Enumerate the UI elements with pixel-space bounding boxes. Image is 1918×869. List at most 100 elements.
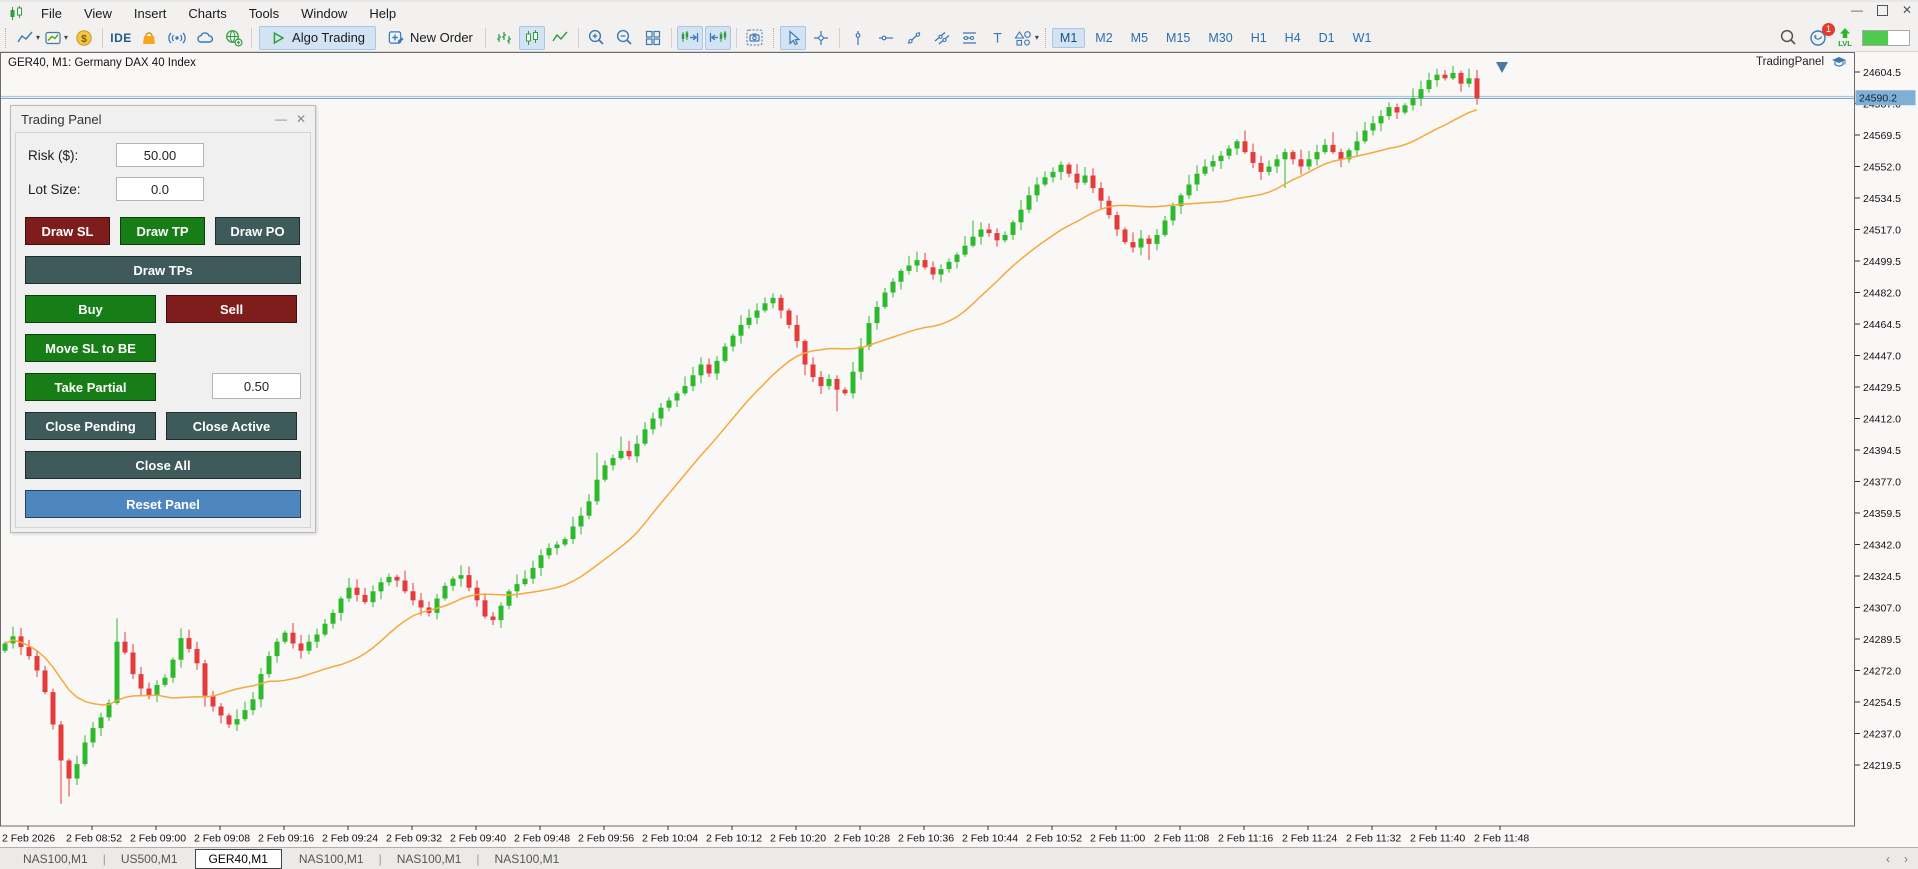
tab-scroll-left[interactable]: ‹ (1886, 852, 1890, 866)
tab-ger40-active[interactable]: GER40,M1 (195, 849, 282, 869)
line-chart-mode-icon[interactable] (547, 26, 573, 50)
menu-help[interactable]: Help (358, 4, 407, 23)
tab-us500[interactable]: US500,M1 (108, 850, 191, 868)
tab-scroll-right[interactable]: › (1904, 852, 1908, 866)
timeframe-w1[interactable]: W1 (1345, 28, 1380, 48)
deposit-icon[interactable]: $ (71, 26, 97, 50)
timeframe-m15[interactable]: M15 (1158, 28, 1198, 48)
tab-separator: | (103, 852, 106, 866)
svg-text:24499.5: 24499.5 (1863, 256, 1901, 268)
panel-close-icon[interactable]: ✕ (296, 112, 306, 126)
ea-label[interactable]: TradingPanel (1756, 55, 1848, 69)
close-active-button[interactable]: Close Active (166, 412, 297, 440)
notifications-icon[interactable]: 1 (1808, 28, 1828, 48)
tab-nas100-2[interactable]: NAS100,M1 (286, 850, 377, 868)
toolbar-right-cluster: 1 LVL (1779, 28, 1918, 48)
close-pending-button[interactable]: Close Pending (25, 412, 156, 440)
vertical-line-tool-icon[interactable] (845, 26, 871, 50)
menu-file[interactable]: File (30, 4, 73, 23)
timeframe-d1[interactable]: D1 (1311, 28, 1343, 48)
timeframe-h1[interactable]: H1 (1243, 28, 1275, 48)
crosshair-tool-icon[interactable] (808, 26, 834, 50)
draw-tp-button[interactable]: Draw TP (120, 217, 205, 245)
draw-po-button[interactable]: Draw PO (215, 217, 300, 245)
menu-view[interactable]: View (73, 4, 123, 23)
take-partial-button[interactable]: Take Partial (25, 373, 156, 401)
svg-text:2 Feb 2026: 2 Feb 2026 (2, 833, 55, 845)
timeframe-m1[interactable]: M1 (1052, 28, 1085, 48)
svg-text:T: T (994, 29, 1003, 45)
zoom-in-icon[interactable] (584, 26, 610, 50)
svg-text:$: $ (81, 32, 87, 44)
trading-panel-titlebar[interactable]: Trading Panel — ✕ (11, 106, 315, 132)
risk-input[interactable] (116, 143, 204, 167)
candlestick-mode-icon[interactable] (519, 26, 545, 50)
tab-nas100-4[interactable]: NAS100,M1 (482, 850, 573, 868)
timeframe-m5[interactable]: M5 (1123, 28, 1156, 48)
svg-text:2 Feb 09:56: 2 Feb 09:56 (578, 833, 634, 845)
chevron-down-icon: ▾ (36, 33, 40, 42)
tile-windows-icon[interactable] (640, 26, 666, 50)
svg-text:2 Feb 10:44: 2 Feb 10:44 (962, 833, 1018, 845)
menu-charts[interactable]: Charts (177, 4, 237, 23)
profiles-dropdown[interactable]: ▾ (43, 26, 69, 50)
mt5-logo-icon (8, 5, 24, 21)
sell-button[interactable]: Sell (166, 295, 297, 323)
ide-button[interactable]: IDE (108, 26, 134, 50)
trendline-tool-icon[interactable] (901, 26, 927, 50)
tab-nas100-3[interactable]: NAS100,M1 (384, 850, 475, 868)
close-all-button[interactable]: Close All (25, 451, 301, 479)
minimize-button[interactable]: — (1851, 3, 1863, 17)
new-order-button[interactable]: New Order (379, 27, 481, 49)
signals-icon[interactable] (164, 26, 190, 50)
market-icon[interactable] (136, 26, 162, 50)
buy-button[interactable]: Buy (25, 295, 156, 323)
text-tool-icon[interactable]: T (985, 26, 1011, 50)
restore-button[interactable] (1877, 5, 1888, 16)
svg-text:24604.5: 24604.5 (1863, 67, 1901, 79)
svg-text:24412.0: 24412.0 (1863, 413, 1901, 425)
chart-type-dropdown[interactable]: ▾ (15, 26, 41, 50)
close-button[interactable]: ✕ (1902, 3, 1912, 17)
svg-text:2 Feb 09:32: 2 Feb 09:32 (386, 833, 442, 845)
timeframe-m2[interactable]: M2 (1087, 28, 1120, 48)
tab-scroll-arrows: ‹ › (1886, 852, 1908, 866)
toolbar-separator (102, 28, 103, 48)
level-icon[interactable]: LVL (1838, 28, 1852, 48)
draw-tps-button[interactable]: Draw TPs (25, 256, 301, 284)
zoom-out-icon[interactable] (612, 26, 638, 50)
chart-shift-icon[interactable] (677, 26, 703, 50)
menu-insert[interactable]: Insert (123, 4, 178, 23)
bar-chart-mode-icon[interactable] (491, 26, 517, 50)
cursor-tool-icon[interactable] (780, 26, 806, 50)
screenshot-icon[interactable] (742, 26, 768, 50)
auto-scroll-icon[interactable] (705, 26, 731, 50)
lot-size-input[interactable] (116, 177, 204, 201)
toolbar-grip (5, 28, 11, 48)
vps-cloud-icon[interactable] (192, 26, 218, 50)
svg-text:24272.0: 24272.0 (1863, 665, 1901, 677)
notification-badge: 1 (1822, 23, 1835, 36)
algo-trading-button[interactable]: Algo Trading (259, 26, 376, 50)
timeframe-h4[interactable]: H4 (1277, 28, 1309, 48)
horizontal-line-tool-icon[interactable] (873, 26, 899, 50)
svg-text:24342.0: 24342.0 (1863, 539, 1901, 551)
panel-minimize-icon[interactable]: — (275, 112, 287, 126)
objects-dropdown[interactable]: ▾ (1013, 26, 1040, 50)
draw-sl-button[interactable]: Draw SL (25, 217, 110, 245)
reset-panel-button[interactable]: Reset Panel (25, 490, 301, 518)
menu-tools[interactable]: Tools (238, 4, 290, 23)
timeframe-m30[interactable]: M30 (1200, 28, 1240, 48)
svg-text:2 Feb 09:08: 2 Feb 09:08 (194, 833, 250, 845)
channel-tool-icon[interactable] (929, 26, 955, 50)
community-icon[interactable] (220, 26, 246, 50)
trading-panel[interactable]: Trading Panel — ✕ Risk ($): Lot Size: Dr… (10, 105, 316, 533)
partial-amount-input[interactable] (212, 373, 301, 399)
risk-row: Risk ($): (25, 143, 301, 167)
tab-nas100-1[interactable]: NAS100,M1 (10, 850, 101, 868)
move-sl-to-be-button[interactable]: Move SL to BE (25, 334, 156, 362)
search-icon[interactable] (1779, 28, 1798, 47)
svg-text:2 Feb 11:00: 2 Feb 11:00 (1090, 833, 1145, 845)
menu-window[interactable]: Window (290, 4, 358, 23)
fibonacci-tool-icon[interactable] (957, 26, 983, 50)
